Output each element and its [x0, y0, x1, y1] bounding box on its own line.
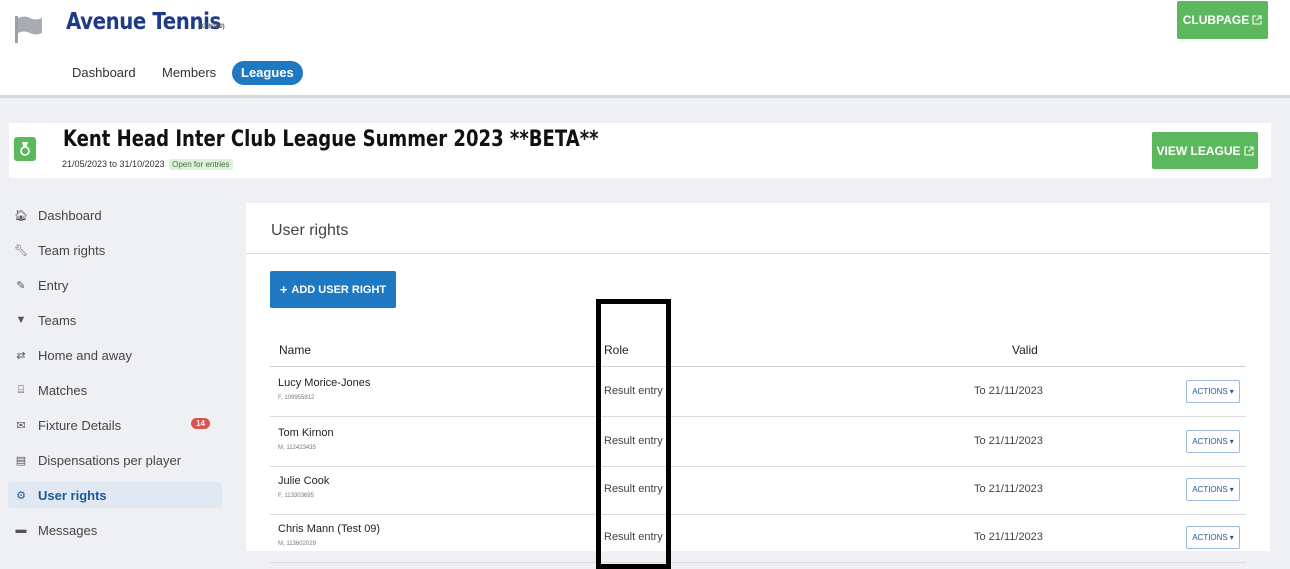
clubpage-label: CLUBPAGE: [1182, 13, 1250, 27]
league-dates: 21/05/2023 to 31/10/2023 Open for entrie…: [62, 159, 233, 170]
list-icon: ⌸: [17, 383, 25, 396]
tab-leagues[interactable]: Leagues: [232, 61, 303, 85]
valid-until: To 21/11/2023: [974, 385, 1043, 397]
league-date-range: 21/05/2023 to 31/10/2023: [62, 159, 165, 169]
actions-label: ACTIONS: [1192, 485, 1228, 494]
wrench-icon: 🔧︎: [14, 244, 28, 257]
external-link-icon: [1252, 15, 1262, 25]
pencil-icon: ✎: [16, 279, 26, 292]
status-badge: Open for entries: [169, 159, 233, 170]
caret-down-icon: ▾: [1229, 437, 1234, 446]
sidebar-item-matches[interactable]: ⌸ Matches: [8, 377, 222, 403]
actions-dropdown-button[interactable]: ACTIONS ▾: [1186, 478, 1240, 501]
page-title: User rights: [271, 222, 349, 239]
sidebar-item-messages[interactable]: ▬ Messages: [8, 517, 222, 543]
table-row: Chris Mann (Test 09) M, 113602029 Result…: [270, 513, 1246, 563]
sidebar-item-label: Dashboard: [38, 207, 102, 223]
sidebar-item-label: Home and away: [38, 347, 132, 363]
external-link-icon: [1243, 145, 1254, 156]
user-name: Tom Kirnon: [278, 427, 334, 439]
caret-down-icon: ▾: [1229, 387, 1234, 396]
user-name: Chris Mann (Test 09): [278, 523, 381, 535]
add-user-right-button[interactable]: + ADD USER RIGHT: [270, 271, 396, 308]
column-header-valid: Valid: [1012, 343, 1038, 357]
sidebar-item-home-and-away[interactable]: ⇄ Home and away: [8, 342, 222, 368]
column-header-name: Name: [279, 343, 312, 357]
medal-icon: [14, 137, 36, 161]
flag-icon: [15, 16, 42, 43]
caret-down-icon: ▾: [1229, 485, 1234, 494]
sidebar-item-dashboard[interactable]: 🏠︎ Dashboard: [8, 202, 222, 228]
divider: [246, 253, 1270, 254]
view-league-label: VIEW LEAGUE: [1156, 143, 1241, 158]
actions-label: ACTIONS: [1192, 387, 1228, 396]
valid-until: To 21/11/2023: [974, 483, 1043, 495]
table-row: Tom Kirnon M, 112423435 Result entry To …: [270, 417, 1246, 467]
home-icon: 🏠︎: [14, 209, 28, 222]
swap-icon: ⇄: [16, 349, 26, 362]
user-id: M, 113602029: [278, 541, 316, 547]
envelope-icon: ✉: [16, 419, 26, 432]
valid-until: To 21/11/2023: [974, 435, 1043, 447]
sidebar-item-label: Entry: [38, 277, 69, 293]
id-card-icon: ▤: [15, 454, 27, 467]
table-row: Julie Cook F, 113303695 Result entry To …: [270, 465, 1246, 515]
tab-dashboard[interactable]: Dashboard: [72, 61, 136, 85]
actions-label: ACTIONS: [1192, 437, 1228, 446]
caret-down-icon: ▾: [1229, 533, 1234, 542]
sidebar-item-dispensations[interactable]: ▤ Dispensations per player: [8, 447, 222, 473]
sidebar-item-user-rights[interactable]: ⚙ User rights: [8, 482, 222, 508]
user-id: F, 113303695: [278, 493, 314, 499]
top-header: Avenue Tennis (KEN300) CLUBPAGE Dashboar…: [0, 0, 1290, 98]
user-name: Julie Cook: [278, 475, 330, 487]
comment-icon: ▬: [15, 524, 27, 536]
sidebar-item-label: Team rights: [38, 242, 106, 258]
league-header: Kent Head Inter Club League Summer 2023 …: [9, 123, 1271, 178]
sidebar-item-teams[interactable]: ▼ Teams: [8, 307, 222, 333]
highlight-box: [596, 299, 671, 569]
count-badge: 14: [191, 418, 210, 429]
sidebar-item-label: Messages: [38, 522, 98, 538]
sidebar-item-team-rights[interactable]: 🔧︎ Team rights: [8, 237, 222, 263]
view-league-button[interactable]: VIEW LEAGUE: [1152, 132, 1258, 169]
league-title: Kent Head Inter Club League Summer 2023 …: [63, 127, 599, 152]
sidebar-item-label: Teams: [38, 312, 77, 328]
sidebar-item-label: Matches: [38, 382, 88, 398]
add-user-right-label: ADD USER RIGHT: [291, 283, 387, 296]
sidebar-item-fixture-details[interactable]: ✉ Fixture Details 14: [8, 412, 222, 438]
user-rights-panel: User rights + ADD USER RIGHT Name Role V…: [246, 203, 1270, 563]
actions-dropdown-button[interactable]: ACTIONS ▾: [1186, 380, 1240, 403]
actions-label: ACTIONS: [1192, 533, 1228, 542]
table-row: Lucy Morice-Jones F, 109955812 Result en…: [270, 367, 1246, 417]
shirt-icon: ▼: [15, 314, 27, 326]
tab-members[interactable]: Members: [162, 61, 216, 85]
sidebar-item-label: Fixture Details: [38, 417, 122, 433]
sidebar-item-label: User rights: [38, 487, 107, 503]
club-name[interactable]: Avenue Tennis: [66, 9, 221, 35]
user-id: M, 112423435: [278, 445, 316, 451]
user-id: F, 109955812: [278, 395, 315, 401]
valid-until: To 21/11/2023: [974, 531, 1043, 543]
clubpage-button[interactable]: CLUBPAGE: [1177, 1, 1268, 39]
actions-dropdown-button[interactable]: ACTIONS ▾: [1186, 526, 1240, 549]
gear-icon: ⚙: [16, 489, 26, 502]
sidebar-item-label: Dispensations per player: [38, 452, 182, 468]
sidebar-item-entry[interactable]: ✎ Entry: [8, 272, 222, 298]
actions-dropdown-button[interactable]: ACTIONS ▾: [1186, 430, 1240, 453]
user-name: Lucy Morice-Jones: [278, 377, 371, 389]
plus-icon: +: [279, 282, 288, 297]
club-code: (KEN300): [198, 24, 225, 30]
